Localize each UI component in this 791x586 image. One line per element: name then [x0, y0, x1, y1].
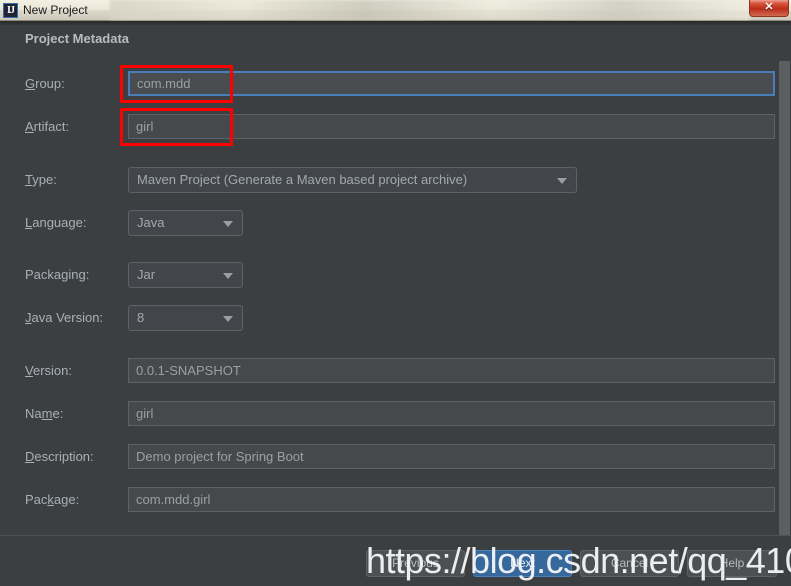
cancel-button[interactable]: Cancel [580, 550, 679, 577]
vertical-scrollbar[interactable] [777, 25, 791, 548]
vertical-scrollbar-thumb[interactable] [779, 61, 790, 548]
field-dropdown[interactable]: Jar [128, 262, 243, 288]
field-input[interactable]: 0.0.1-SNAPSHOT [128, 358, 775, 383]
field-label: Type: [25, 172, 57, 187]
window-title: New Project [23, 3, 88, 17]
field-input[interactable]: girl [128, 114, 775, 139]
dialog-button-bar: Previous Next Cancel Help [0, 535, 791, 586]
field-input[interactable]: Demo project for Spring Boot [128, 444, 775, 469]
help-button[interactable]: Help [687, 550, 777, 577]
field-label: Language: [25, 215, 87, 230]
next-button[interactable]: Next [473, 550, 572, 577]
field-value: com.mdd.girl [136, 492, 211, 507]
title-bar-blurred-background [110, 0, 750, 20]
chevron-down-icon [223, 221, 233, 227]
close-icon[interactable]: ✕ [749, 0, 789, 17]
field-label: Group: [25, 76, 65, 91]
field-input[interactable]: girl [128, 401, 775, 426]
field-dropdown[interactable]: Maven Project (Generate a Maven based pr… [128, 167, 577, 193]
field-value: girl [136, 406, 154, 421]
field-value: com.mdd [137, 76, 191, 91]
field-value: 0.0.1-SNAPSHOT [136, 363, 241, 378]
chevron-down-icon [223, 273, 233, 279]
field-label: Artifact: [25, 119, 70, 134]
page-title: Project Metadata [25, 31, 130, 46]
field-label: Description: [25, 449, 94, 464]
field-label: Packaging: [25, 267, 90, 282]
field-label: Name: [25, 406, 64, 421]
field-value: Demo project for Spring Boot [136, 449, 304, 464]
intellij-idea-icon: IJ [3, 3, 18, 18]
field-dropdown[interactable]: Java [128, 210, 243, 236]
field-value: Jar [137, 267, 156, 282]
field-value: Java [137, 215, 165, 230]
title-bar[interactable]: IJ New Project ✕ [0, 0, 791, 21]
field-label: Java Version: [25, 310, 104, 325]
field-value: girl [136, 119, 154, 134]
field-label: Package: [25, 492, 80, 507]
field-input[interactable]: com.mdd [128, 71, 775, 96]
chevron-down-icon [223, 316, 233, 322]
previous-button[interactable]: Previous [366, 550, 465, 577]
chevron-down-icon [557, 178, 567, 184]
project-metadata-form: Project Metadata Group: com.mdd Artifact: g… [0, 25, 791, 535]
field-input[interactable]: com.mdd.girl [128, 487, 775, 512]
horizontal-scrollbar[interactable] [0, 516, 777, 530]
field-label: Version: [25, 363, 72, 378]
field-value: 8 [137, 310, 145, 325]
new-project-dialog: IJ New Project ✕ Project Metadata Group:… [0, 0, 791, 586]
field-dropdown[interactable]: 8 [128, 305, 243, 331]
field-value: Maven Project (Generate a Maven based pr… [137, 172, 468, 187]
